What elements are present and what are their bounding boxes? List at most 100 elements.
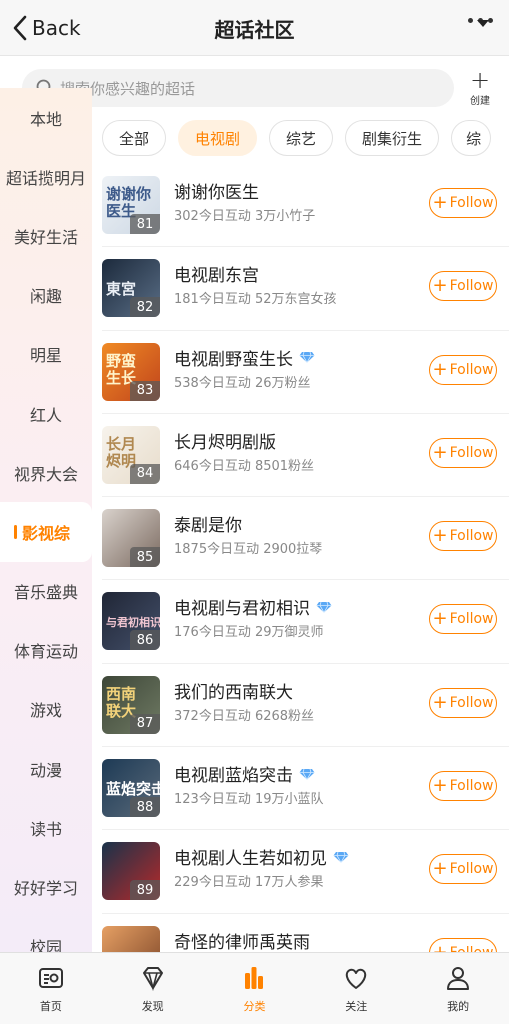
create-label: 创建 [470, 96, 490, 107]
topic-row[interactable]: 谢谢你 医生 81 谢谢你医生 302今日互动 3万小竹子 + Follow [102, 164, 509, 248]
plus-icon: + [432, 192, 448, 213]
tab-label: 关注 [345, 1000, 368, 1013]
topic-name-text: 谢谢你医生 [174, 183, 259, 203]
topic-name-text: 电视剧蓝焰突击 [174, 766, 293, 787]
topic-name: 长月烬明剧版 [174, 428, 276, 453]
topic-row[interactable]: 与君初相识 86 电视剧与君初相识 176今日互动 29万御灵师 + Follow [102, 580, 509, 664]
topic-name: 电视剧东宫 [174, 261, 259, 286]
follow-label: Follow [449, 528, 494, 545]
tab-profile[interactable]: 我的 [407, 953, 509, 1024]
topic-row[interactable]: 蓝焰突击 88 电视剧蓝焰突击 123今日互动 19万小蓝队 + Follow [102, 747, 509, 831]
topic-name: 我们的西南联大 [174, 678, 293, 703]
sidebar-item[interactable]: 闲趣 [0, 266, 92, 325]
tab-label: 首页 [39, 1000, 62, 1013]
plus-icon: + [432, 691, 448, 713]
sidebar-item[interactable]: 明星 [0, 325, 92, 384]
sidebar-item[interactable]: 影视综 [0, 502, 92, 562]
tab-discover[interactable]: 发现 [102, 953, 204, 1024]
diamond-icon [299, 768, 315, 780]
follow-button[interactable]: +Follow [429, 604, 497, 635]
follow-button[interactable]: +Follow [429, 687, 497, 718]
topic-stats: 181今日互动 52万东宫女孩 [174, 292, 337, 308]
rank-badge: 84 [130, 463, 160, 484]
topic-name: 电视剧与君初相识 [174, 594, 332, 619]
topic-stats: 176今日互动 29万御灵师 [174, 625, 324, 641]
topic-row[interactable]: 西南 联大 87 我们的西南联大 372今日互动 6268粉丝 + Follow [102, 664, 509, 748]
follow-button[interactable]: +Follow [429, 521, 497, 552]
topic-thumbnail: 长月 烬明 84 [102, 425, 160, 484]
create-button[interactable]: + 创建 [465, 68, 495, 107]
category-chip[interactable]: 剧集衍生 [345, 120, 440, 156]
category-chip[interactable]: 电视剧 [178, 120, 258, 156]
follow-button[interactable]: +Follow [429, 437, 497, 468]
sidebar-item[interactable]: 体育运动 [0, 621, 92, 680]
topic-row[interactable]: 85 泰剧是你 1875今日互动 2900拉琴 + Follow [102, 497, 509, 581]
follow-button[interactable]: +Follow [429, 854, 497, 885]
category-chip[interactable]: 综艺 [269, 120, 334, 156]
topic-stats: 372今日互动 6268粉丝 [174, 708, 315, 724]
sidebar-item[interactable]: 游戏 [0, 680, 92, 739]
category-chip[interactable]: 全部 [102, 120, 167, 156]
category-sidebar: 本地 超话揽明月 美好生活 闲趣 明星 红人 视界大会 影视综 音乐盛典 体育运动 游戏 动漫 读书 好好… [0, 88, 92, 952]
poster-title: 与君初相识 [106, 616, 160, 630]
sidebar-item[interactable]: 美好生活 [0, 206, 92, 265]
tab-category[interactable]: 分类 [204, 953, 306, 1024]
rank-badge: 87 [130, 713, 160, 734]
profile-icon [443, 963, 473, 998]
follow-button[interactable]: +Follow [429, 771, 497, 802]
follow-button[interactable]: +Follow [429, 188, 497, 218]
topic-name-text: 长月烬明剧版 [174, 432, 276, 453]
sidebar-item[interactable]: 超话揽明月 [0, 147, 92, 206]
topic-stats: 1875今日互动 2900拉琴 [174, 542, 323, 558]
sidebar-item[interactable]: 红人 [0, 384, 92, 443]
topic-stats: 123今日互动 19万小蓝队 [174, 792, 324, 808]
topic-row[interactable]: 野蛮 生长 83 电视剧野蛮生长 538今日互动 26万粉丝 + Follow [102, 331, 509, 414]
sidebar-item[interactable]: 读书 [0, 798, 92, 857]
topic-thumbnail: 蓝焰突击 88 [102, 759, 160, 818]
sidebar-item[interactable]: 视界大会 [0, 443, 92, 502]
follow-button[interactable]: +Follow [429, 354, 497, 385]
plus-icon: + [432, 441, 448, 463]
chevron-down-icon[interactable] [477, 20, 489, 27]
rank-badge: 85 [130, 547, 160, 568]
diamond-icon [299, 351, 315, 364]
topic-thumbnail: 85 [102, 509, 160, 568]
topic-row[interactable]: 90 奇怪的律师禹英雨 +Follow [102, 914, 509, 952]
topic-thumbnail: 東宮 82 [102, 259, 160, 318]
topic-row[interactable]: 東宮 82 电视剧东宫 181今日互动 52万东宫女孩 + Follow [102, 247, 509, 331]
follow-button[interactable]: +Follow [429, 937, 497, 952]
topic-name-text: 电视剧东宫 [174, 266, 259, 287]
topic-row[interactable]: 89 电视剧人生若如初见 229今日互动 17万人参果 + Follow [102, 830, 509, 914]
tab-label: 我的 [447, 1000, 470, 1013]
sidebar-item[interactable]: 本地 [0, 88, 92, 147]
diamond-icon [333, 851, 349, 863]
plus-icon: + [432, 608, 448, 630]
top-nav-bar: Back 超话社区 [0, 0, 509, 56]
follow-label: Follow [450, 945, 494, 952]
topic-thumbnail: 西南 联大 87 [102, 675, 160, 734]
topic-name: 电视剧野蛮生长 [174, 345, 315, 370]
topic-thumbnail: 野蛮 生长 83 [102, 342, 160, 401]
follow-button[interactable]: +Follow [429, 271, 497, 302]
rank-badge: 83 [130, 380, 160, 401]
sidebar-item[interactable]: 音乐盛典 [0, 562, 92, 621]
subcategory-chips: 全部 电视剧 综艺 剧集衍生综 [92, 112, 509, 164]
rank-badge: 86 [130, 630, 160, 651]
sidebar-item[interactable]: 校园 [0, 917, 92, 952]
sidebar-item[interactable]: 动漫 [0, 739, 92, 798]
follow-label: Follow [449, 778, 494, 795]
topic-list: 谢谢你 医生 81 谢谢你医生 302今日互动 3万小竹子 + Follow 東宮 82 电视剧… [92, 164, 509, 952]
tab-label: 分类 [243, 1000, 266, 1013]
rank-badge: 88 [130, 797, 160, 818]
topic-row[interactable]: 长月 烬明 84 长月烬明剧版 646今日互动 8501粉丝 + Follow [102, 414, 509, 498]
tab-label: 发现 [141, 1000, 164, 1013]
tab-home[interactable]: 首页 [0, 953, 102, 1024]
plus-icon: + [432, 358, 448, 380]
tab-heart[interactable]: 关注 [305, 953, 407, 1024]
category-chip[interactable]: 综 [451, 120, 492, 156]
rank-badge: 82 [130, 297, 160, 318]
topic-name: 奇怪的律师禹英雨 [174, 928, 310, 952]
follow-label: Follow [449, 278, 494, 295]
sidebar-item[interactable]: 好好学习 [0, 857, 92, 916]
heart-icon [341, 963, 371, 998]
